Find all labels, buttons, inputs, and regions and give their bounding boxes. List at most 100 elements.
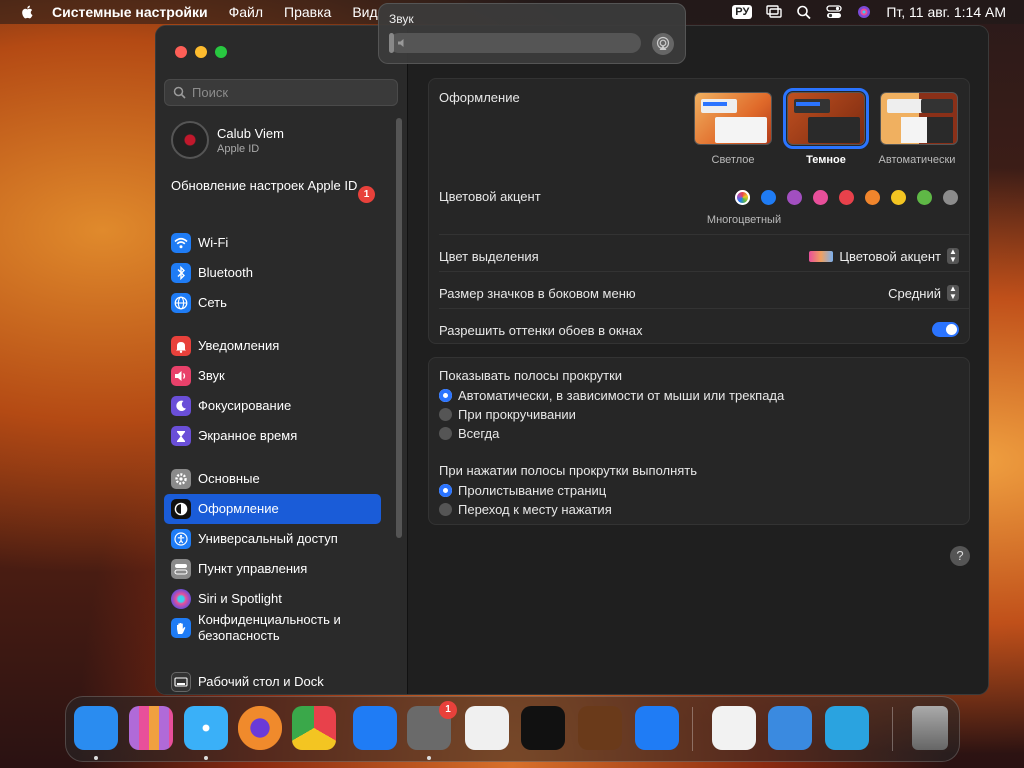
scrollbars-when-scrolling-radio[interactable]: При прокручивании <box>439 407 576 422</box>
click-scroll-jump-radio[interactable]: Переход к месту нажатия <box>439 502 612 517</box>
sidebar: Поиск Calub Viem Apple ID Обновление нас… <box>156 26 408 694</box>
sidebar-item-bluetooth[interactable]: Bluetooth <box>164 258 381 288</box>
appearance-auto-option[interactable] <box>880 92 958 145</box>
search-icon <box>173 86 186 99</box>
hand-icon <box>171 618 191 638</box>
dock-app-store-icon[interactable] <box>353 706 397 750</box>
accent-color-swatch[interactable] <box>917 190 932 205</box>
wallpaper-tint-toggle[interactable] <box>932 322 959 337</box>
control-center-menu-icon[interactable] <box>826 5 842 19</box>
accent-color-swatch[interactable] <box>891 190 906 205</box>
show-scrollbars-label: Показывать полосы прокрутки <box>439 368 623 383</box>
radio-dot <box>439 408 452 421</box>
volume-slider[interactable] <box>389 33 641 53</box>
dock-finder-icon[interactable] <box>74 706 118 750</box>
accent-color-swatch[interactable] <box>787 190 802 205</box>
minimize-window-button[interactable] <box>195 46 207 58</box>
sidebar-search-field[interactable]: Поиск <box>164 79 398 106</box>
sidebar-item-label: Фокусирование <box>198 398 292 413</box>
accent-color-swatch[interactable] <box>761 190 776 205</box>
menu-view[interactable]: Вид <box>352 4 377 20</box>
apple-id-account[interactable]: Calub Viem Apple ID <box>171 121 284 159</box>
hourglass-icon <box>171 426 191 446</box>
radio-dot <box>439 427 452 440</box>
control-center-icon <box>171 559 191 579</box>
search-placeholder: Поиск <box>192 85 229 100</box>
sidebar-item-general[interactable]: Основные <box>164 464 381 494</box>
dock-icon <box>171 672 191 692</box>
dock-visual-studio-icon[interactable] <box>712 706 756 750</box>
dock-running-indicator <box>204 756 208 760</box>
accent-color-swatch[interactable] <box>865 190 880 205</box>
appearance-light-option[interactable] <box>694 92 772 145</box>
sidebar-item-screen-time[interactable]: Экранное время <box>164 421 381 451</box>
dock-running-indicator <box>427 756 431 760</box>
input-source-badge[interactable]: РУ <box>732 5 753 19</box>
sidebar-item-network[interactable]: Сеть <box>164 288 381 318</box>
dock-chrome-icon[interactable] <box>292 706 336 750</box>
scrollbars-always-radio[interactable]: Всегда <box>439 426 499 441</box>
zoom-window-button[interactable] <box>215 46 227 58</box>
apple-menu-icon[interactable] <box>18 4 38 20</box>
close-window-button[interactable] <box>175 46 187 58</box>
sidebar-item-label: Bluetooth <box>198 265 253 280</box>
chevron-updown-icon: ▲ ▼ <box>947 285 959 301</box>
apple-id-update-item[interactable]: Обновление настроек Apple ID <box>171 178 381 194</box>
dock-safari-icon[interactable] <box>184 706 228 750</box>
highlight-color-popup[interactable]: Цветовой акцент ▲ ▼ <box>809 248 959 264</box>
appearance-icon <box>171 499 191 519</box>
menu-app-name[interactable]: Системные настройки <box>52 4 208 20</box>
sidebar-item-focus[interactable]: Фокусирование <box>164 391 381 421</box>
dock-weather-icon[interactable] <box>768 706 812 750</box>
click-scroll-page-radio[interactable]: Пролистывание страниц <box>439 483 606 498</box>
highlight-color-label: Цвет выделения <box>439 249 539 264</box>
scrollbars-auto-radio[interactable]: Автоматически, в зависимости от мыши или… <box>439 388 784 403</box>
wifi-icon <box>171 233 191 253</box>
sidebar-scrollbar[interactable] <box>396 118 402 538</box>
avatar <box>171 121 209 159</box>
menu-edit[interactable]: Правка <box>284 4 331 20</box>
sidebar-item-appearance[interactable]: Оформление <box>164 494 381 524</box>
sidebar-item-sound[interactable]: Звук <box>164 361 381 391</box>
menu-file[interactable]: Файл <box>229 4 263 20</box>
dock-separator <box>892 707 893 751</box>
divider <box>439 308 969 309</box>
accent-multicolor-swatch[interactable] <box>735 190 750 205</box>
sidebar-item-desktop-dock[interactable]: Рабочий стол и Dock <box>164 667 381 694</box>
appearance-dark-option[interactable] <box>783 88 869 149</box>
spotlight-search-icon[interactable] <box>796 5 812 19</box>
speaker-icon <box>171 366 191 386</box>
dock-garageband-icon[interactable] <box>578 706 622 750</box>
bluetooth-icon <box>171 263 191 283</box>
dock-trash-icon[interactable] <box>912 706 948 750</box>
sidebar-item-control-center[interactable]: Пункт управления <box>164 554 381 584</box>
dock-firefox-icon[interactable] <box>238 706 282 750</box>
click-scrollbar-label: При нажатии полосы прокрутки выполнять <box>439 463 698 478</box>
dock-telegram-icon[interactable] <box>825 706 869 750</box>
accent-color-swatch[interactable] <box>943 190 958 205</box>
update-badge: 1 <box>358 186 375 203</box>
help-button[interactable]: ? <box>950 546 970 566</box>
sidebar-item-privacy-security[interactable]: Конфиденциальность и безопасность <box>164 610 381 646</box>
accent-color-swatch[interactable] <box>813 190 828 205</box>
dock-textedit-icon[interactable] <box>465 706 509 750</box>
globe-icon <box>171 293 191 313</box>
volume-hud-title: Звук <box>389 12 414 26</box>
dock-terminal-icon[interactable] <box>521 706 565 750</box>
gear-icon <box>171 469 191 489</box>
siri-icon <box>171 589 191 609</box>
menu-bar-clock[interactable]: Пт, 11 авг. 1:14 AM <box>886 4 1006 20</box>
dock-vscode-icon[interactable] <box>635 706 679 750</box>
sidebar-item-label: Экранное время <box>198 428 298 443</box>
sidebar-item-notifications[interactable]: Уведомления <box>164 331 381 361</box>
account-subtitle: Apple ID <box>217 142 260 155</box>
screen-mirroring-icon[interactable] <box>766 5 783 19</box>
sidebar-item-wifi[interactable]: Wi-Fi <box>164 228 381 258</box>
icon-size-popup[interactable]: Средний ▲ ▼ <box>888 285 959 301</box>
accent-color-swatch[interactable] <box>839 190 854 205</box>
dock-launchpad-icon[interactable] <box>129 706 173 750</box>
icon-size-value: Средний <box>888 285 941 301</box>
airplay-audio-icon[interactable] <box>652 33 674 55</box>
siri-menu-icon[interactable] <box>856 5 872 19</box>
sidebar-item-accessibility[interactable]: Универсальный доступ <box>164 524 381 554</box>
